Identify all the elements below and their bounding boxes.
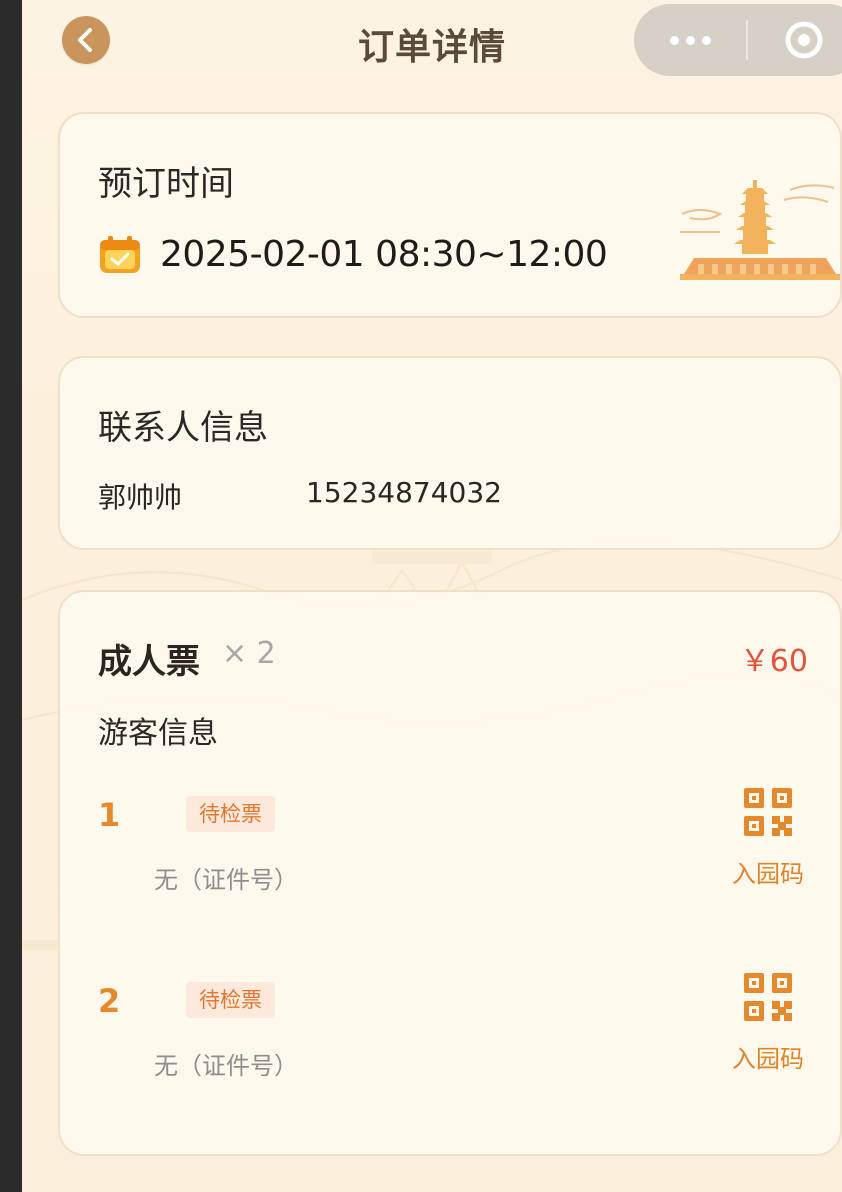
- visitor-id-text: 无（证件号）: [154, 866, 298, 894]
- status-badge: 待检票: [186, 982, 275, 1018]
- ticket-quantity: × 2: [222, 636, 276, 671]
- status-badge: 待检票: [186, 796, 275, 832]
- entry-code-button[interactable]: 入园码: [728, 973, 808, 1074]
- mini-program-capsule: [634, 4, 842, 76]
- visitor-index: 2: [98, 982, 121, 1020]
- more-dots-icon: [669, 35, 679, 45]
- calendar-check-icon: [100, 235, 140, 273]
- ticket-type-name: 成人票: [98, 642, 200, 682]
- booking-time-value: 2025-02-01 08:30~12:00: [160, 234, 608, 275]
- booking-time-card: 预订时间 2025-02-01 08:30~12:00: [58, 112, 842, 318]
- contact-name: 郭帅帅: [98, 481, 183, 514]
- visitor-index: 1: [98, 796, 121, 834]
- ticket-price: ￥60: [739, 644, 808, 679]
- visitor-section-title: 游客信息: [98, 716, 218, 751]
- qr-code-icon: [744, 973, 792, 1021]
- entry-code-label: 入园码: [732, 860, 804, 888]
- contact-section-title: 联系人信息: [98, 408, 268, 448]
- close-miniprogram-button[interactable]: [748, 4, 842, 76]
- left-window-edge: [0, 0, 22, 1192]
- contact-info-card: 联系人信息 郭帅帅 15234874032: [58, 356, 842, 550]
- entry-code-button[interactable]: 入园码: [728, 788, 808, 889]
- ticket-card: 成人票 × 2 ￥60 游客信息 1 待检票 无（证件号） 入园码 2 待检票 …: [58, 590, 842, 1156]
- booking-section-title: 预订时间: [98, 164, 234, 204]
- pagoda-illustration: [680, 180, 840, 280]
- contact-phone: 15234874032: [306, 476, 502, 509]
- qr-code-icon: [744, 788, 792, 836]
- visitor-id-text: 无（证件号）: [154, 1052, 298, 1080]
- order-detail-page: 订单详情 预订时间 2025-02-01 08:30~12:00 联系人信息 郭…: [22, 0, 842, 1192]
- entry-code-label: 入园码: [732, 1045, 804, 1073]
- target-circle-icon: [785, 21, 823, 59]
- more-button[interactable]: [634, 4, 746, 76]
- booking-time-row: 2025-02-01 08:30~12:00: [98, 234, 608, 275]
